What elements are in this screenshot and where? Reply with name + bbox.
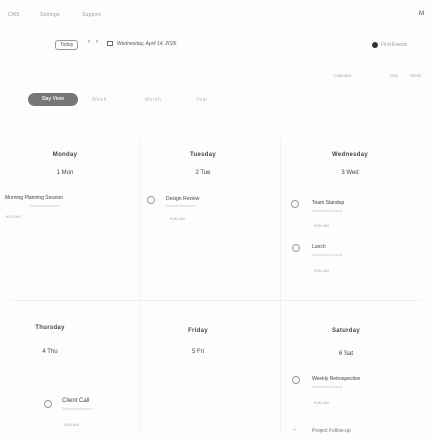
event-status-icon[interactable] xyxy=(291,200,299,208)
event-time: 9:00 AM xyxy=(314,268,329,273)
event-time: 9:00 AM xyxy=(6,214,21,219)
day-name-thursday: Thursday xyxy=(35,325,65,331)
event-subtitle: Scheduled event xyxy=(312,384,342,389)
event-status-icon[interactable] xyxy=(44,400,52,408)
menu-item-support[interactable]: Support xyxy=(82,12,101,18)
day-name-wednesday: Wednesday xyxy=(332,152,368,158)
event-subtitle: Scheduled event xyxy=(312,252,342,257)
date-range-label: Wednesday, April 14, 2026 xyxy=(117,41,177,47)
event-time: 9:00 AM xyxy=(314,400,329,405)
event-time: 9:00 AM xyxy=(170,216,185,221)
calendar-icon[interactable] xyxy=(107,41,113,46)
account-menu[interactable]: M xyxy=(419,11,424,17)
view-week-tab[interactable]: Week xyxy=(92,97,107,103)
event-subtitle: Scheduled event xyxy=(62,406,92,411)
view-year-tab[interactable]: Year xyxy=(196,97,208,103)
today-button[interactable]: Today xyxy=(55,40,79,50)
event-time: 9:00 AM xyxy=(314,223,329,228)
event-subtitle: Scheduled event xyxy=(166,203,196,208)
event-title[interactable]: Client Call xyxy=(62,398,89,404)
event-subtitle: Scheduled event xyxy=(312,208,342,213)
day-name-tuesday: Tuesday xyxy=(190,152,216,158)
menu-item-cms[interactable]: CMS xyxy=(8,12,20,18)
column-divider xyxy=(280,140,281,435)
search-icon[interactable] xyxy=(372,42,378,48)
event-status-icon[interactable] xyxy=(292,376,300,384)
day-name-friday: Friday xyxy=(188,328,208,334)
event-status-icon[interactable] xyxy=(147,196,155,204)
day-number-4[interactable]: 4 Thu xyxy=(10,349,90,355)
event-time: 9:00 AM xyxy=(64,422,79,427)
menu-item-settings[interactable]: Settings xyxy=(40,12,60,18)
event-subtitle: Scheduled event xyxy=(30,203,60,208)
search-input[interactable]: Find Events xyxy=(381,42,407,48)
event-title[interactable]: Lunch xyxy=(312,244,326,250)
view-month-tab[interactable]: Month xyxy=(145,97,161,103)
day-name-saturday: Saturday xyxy=(331,328,361,334)
event-status-icon[interactable] xyxy=(292,244,300,252)
chevron-up-icon[interactable]: ⌃ xyxy=(292,428,297,435)
next-arrow-icon[interactable]: › xyxy=(96,39,98,45)
event-title[interactable]: Project Follow-up xyxy=(312,428,351,434)
day-number-2[interactable]: 2 Tue xyxy=(158,170,248,176)
day-number-6[interactable]: 6 Sat xyxy=(296,351,396,357)
event-title[interactable]: Weekly Retrospective xyxy=(312,376,360,382)
event-title[interactable]: Team Standup xyxy=(312,200,344,206)
subnav-day[interactable]: Day xyxy=(390,73,398,78)
event-title[interactable]: Design Review xyxy=(166,196,199,202)
event-title[interactable]: Morning Planning Session xyxy=(5,195,63,201)
subnav-calendar[interactable]: Calendar xyxy=(333,73,351,78)
column-divider xyxy=(140,140,141,435)
day-number-5[interactable]: 5 Fri xyxy=(158,349,238,355)
subnav-week[interactable]: Week xyxy=(410,73,421,78)
day-number-1[interactable]: 1 Mon xyxy=(20,170,110,176)
day-name-monday: Monday xyxy=(52,152,78,158)
day-number-3[interactable]: 3 Wed xyxy=(300,170,400,176)
view-day-button[interactable]: Day View xyxy=(28,93,78,106)
prev-arrow-icon[interactable]: ‹ xyxy=(88,39,90,45)
row-divider xyxy=(10,300,422,301)
